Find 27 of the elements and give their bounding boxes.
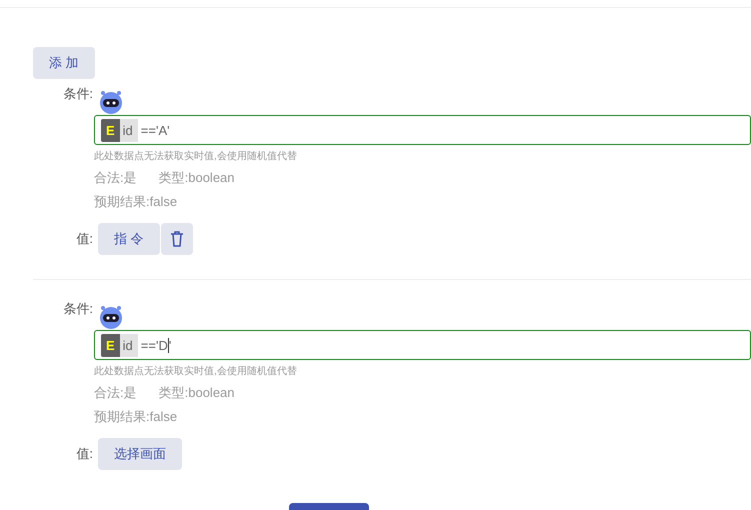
value-label: 值: <box>75 445 93 463</box>
expression-text: =='D' <box>140 338 172 352</box>
delete-button[interactable] <box>160 223 193 255</box>
expected-text: 预期结果:false <box>94 193 178 211</box>
hint-text: 此处数据点无法获取实时值,会使用随机值代替 <box>94 364 298 378</box>
condition-label: 条件: <box>62 85 93 103</box>
expected-text: 预期结果:false <box>94 408 178 426</box>
type-text: 类型:boolean <box>158 384 235 402</box>
token-name: id <box>120 118 138 142</box>
entity-badge: E <box>101 334 120 356</box>
robot-icon <box>98 89 124 115</box>
value-button[interactable]: 指 令 <box>98 223 160 255</box>
token-name: id <box>120 334 138 356</box>
expression-text: =='A' <box>140 122 170 138</box>
type-text: 类型:boolean <box>158 169 235 187</box>
value-button[interactable]: 选择画面 <box>98 438 182 470</box>
trash-icon <box>170 231 184 247</box>
value-label: 值: <box>75 230 93 248</box>
add-button[interactable]: 添 加 <box>33 47 95 79</box>
hint-text: 此处数据点无法获取实时值,会使用随机值代替 <box>94 150 298 163</box>
valid-text: 合法:是 <box>94 384 137 402</box>
condition-label: 条件: <box>62 300 93 318</box>
valid-text: 合法:是 <box>94 169 137 187</box>
robot-icon <box>98 304 124 330</box>
condition-field[interactable]: E id =='D' <box>94 330 751 360</box>
entity-badge: E <box>101 118 120 142</box>
condition-field[interactable]: E id =='A' <box>94 115 751 145</box>
